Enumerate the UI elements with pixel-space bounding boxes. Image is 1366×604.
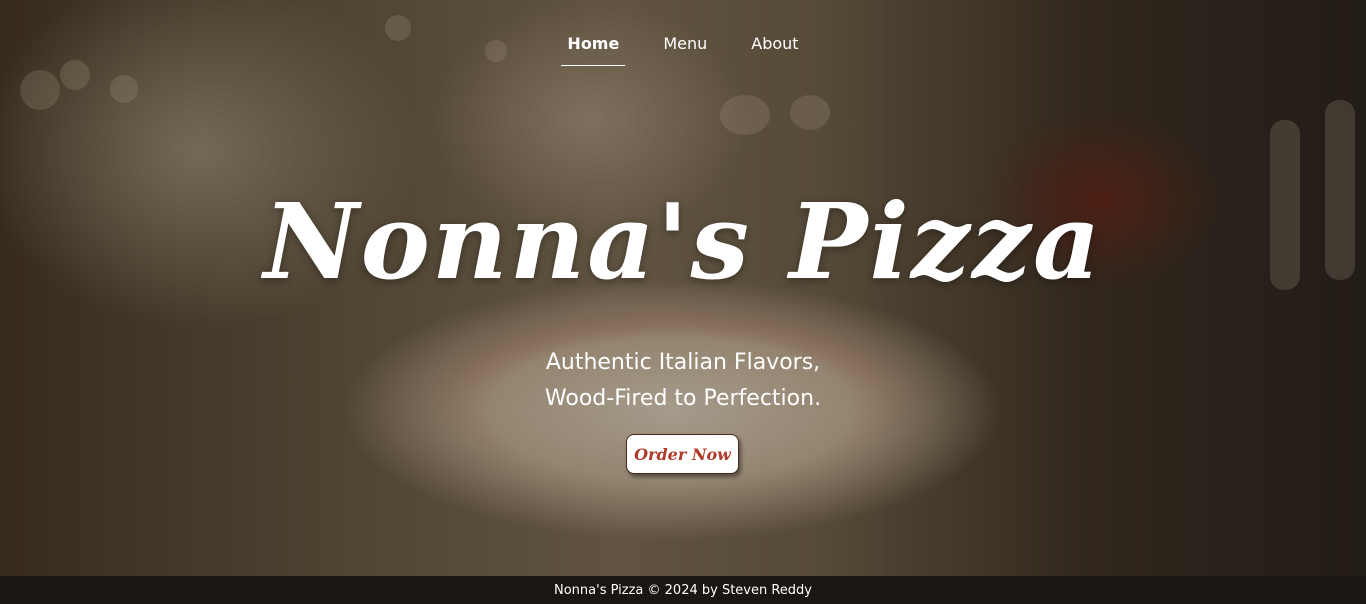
nav-menu-link[interactable]: Menu bbox=[657, 28, 713, 66]
hero-subtitle: Authentic Italian Flavors, Wood-Fired to… bbox=[0, 345, 1366, 417]
order-now-button[interactable]: Order Now bbox=[626, 434, 739, 474]
nav-home-link[interactable]: Home bbox=[561, 28, 626, 66]
footer-copyright: Nonna's Pizza © 2024 by Steven Reddy bbox=[554, 582, 812, 598]
hero-subtitle-line-1: Authentic Italian Flavors, bbox=[545, 350, 821, 375]
site-footer: Nonna's Pizza © 2024 by Steven Reddy bbox=[0, 576, 1366, 604]
hero-title: Nonna's Pizza bbox=[263, 180, 1103, 303]
main-nav: Home Menu About bbox=[0, 28, 1366, 66]
hero-subtitle-line-2: Wood-Fired to Perfection. bbox=[544, 386, 822, 411]
hero-background: Home Menu About Nonna's Pizza Authentic … bbox=[0, 0, 1366, 576]
nav-about-link[interactable]: About bbox=[745, 28, 804, 66]
